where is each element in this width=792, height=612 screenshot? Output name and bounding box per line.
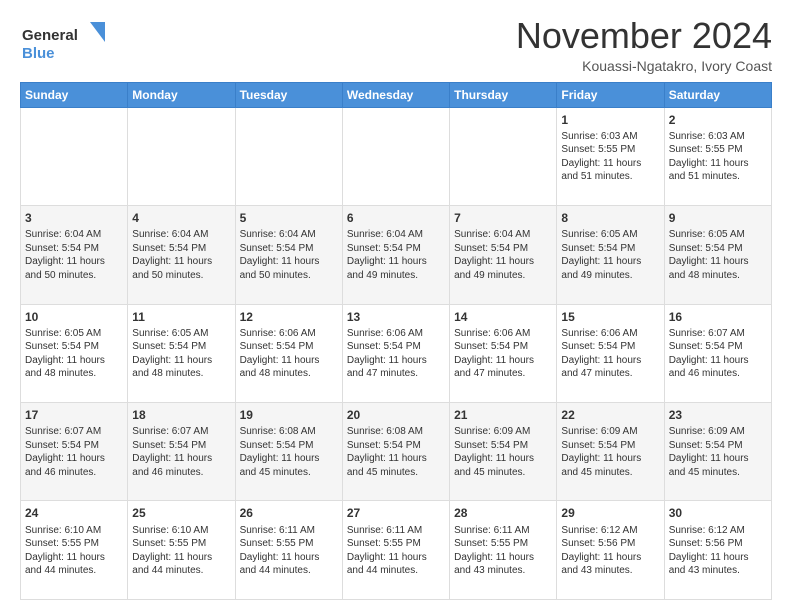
logo: General Blue — [20, 20, 110, 69]
day-number: 30 — [669, 505, 767, 521]
day-number: 14 — [454, 309, 552, 325]
header: General Blue November 2024 Kouassi-Ngata… — [20, 16, 772, 74]
calendar-header: SundayMondayTuesdayWednesdayThursdayFrid… — [21, 82, 772, 107]
day-number: 25 — [132, 505, 230, 521]
day-number: 27 — [347, 505, 445, 521]
day-number: 23 — [669, 407, 767, 423]
calendar-cell: 25Sunrise: 6:10 AMSunset: 5:55 PMDayligh… — [128, 501, 235, 600]
calendar-cell: 8Sunrise: 6:05 AMSunset: 5:54 PMDaylight… — [557, 206, 664, 304]
day-number: 2 — [669, 112, 767, 128]
svg-text:General: General — [22, 27, 78, 44]
day-number: 15 — [561, 309, 659, 325]
day-number: 5 — [240, 210, 338, 226]
calendar-cell: 2Sunrise: 6:03 AMSunset: 5:55 PMDaylight… — [664, 107, 771, 205]
day-number: 29 — [561, 505, 659, 521]
calendar-cell: 16Sunrise: 6:07 AMSunset: 5:54 PMDayligh… — [664, 304, 771, 402]
day-number: 3 — [25, 210, 123, 226]
calendar-cell: 17Sunrise: 6:07 AMSunset: 5:54 PMDayligh… — [21, 403, 128, 501]
day-number: 28 — [454, 505, 552, 521]
week-row-5: 24Sunrise: 6:10 AMSunset: 5:55 PMDayligh… — [21, 501, 772, 600]
week-row-2: 3Sunrise: 6:04 AMSunset: 5:54 PMDaylight… — [21, 206, 772, 304]
day-number: 16 — [669, 309, 767, 325]
day-header-wednesday: Wednesday — [342, 82, 449, 107]
calendar-cell: 15Sunrise: 6:06 AMSunset: 5:54 PMDayligh… — [557, 304, 664, 402]
day-number: 9 — [669, 210, 767, 226]
day-number: 17 — [25, 407, 123, 423]
calendar-cell: 1Sunrise: 6:03 AMSunset: 5:55 PMDaylight… — [557, 107, 664, 205]
logo-text: General Blue — [20, 20, 110, 69]
week-row-1: 1Sunrise: 6:03 AMSunset: 5:55 PMDaylight… — [21, 107, 772, 205]
week-row-3: 10Sunrise: 6:05 AMSunset: 5:54 PMDayligh… — [21, 304, 772, 402]
calendar-cell: 28Sunrise: 6:11 AMSunset: 5:55 PMDayligh… — [450, 501, 557, 600]
calendar-cell: 6Sunrise: 6:04 AMSunset: 5:54 PMDaylight… — [342, 206, 449, 304]
day-number: 10 — [25, 309, 123, 325]
day-header-sunday: Sunday — [21, 82, 128, 107]
title-block: November 2024 Kouassi-Ngatakro, Ivory Co… — [516, 16, 772, 74]
day-number: 21 — [454, 407, 552, 423]
calendar-body: 1Sunrise: 6:03 AMSunset: 5:55 PMDaylight… — [21, 107, 772, 599]
calendar-cell: 10Sunrise: 6:05 AMSunset: 5:54 PMDayligh… — [21, 304, 128, 402]
calendar-cell — [128, 107, 235, 205]
calendar-cell: 20Sunrise: 6:08 AMSunset: 5:54 PMDayligh… — [342, 403, 449, 501]
month-title: November 2024 — [516, 16, 772, 56]
calendar-cell: 30Sunrise: 6:12 AMSunset: 5:56 PMDayligh… — [664, 501, 771, 600]
calendar-cell: 9Sunrise: 6:05 AMSunset: 5:54 PMDaylight… — [664, 206, 771, 304]
day-number: 4 — [132, 210, 230, 226]
day-number: 13 — [347, 309, 445, 325]
logo-icon: General Blue — [20, 20, 110, 64]
calendar-cell: 11Sunrise: 6:05 AMSunset: 5:54 PMDayligh… — [128, 304, 235, 402]
calendar-cell — [21, 107, 128, 205]
calendar-cell: 24Sunrise: 6:10 AMSunset: 5:55 PMDayligh… — [21, 501, 128, 600]
day-number: 20 — [347, 407, 445, 423]
day-header-thursday: Thursday — [450, 82, 557, 107]
calendar-cell — [235, 107, 342, 205]
day-number: 11 — [132, 309, 230, 325]
calendar-cell: 7Sunrise: 6:04 AMSunset: 5:54 PMDaylight… — [450, 206, 557, 304]
calendar-cell: 18Sunrise: 6:07 AMSunset: 5:54 PMDayligh… — [128, 403, 235, 501]
location: Kouassi-Ngatakro, Ivory Coast — [516, 58, 772, 74]
calendar-cell: 27Sunrise: 6:11 AMSunset: 5:55 PMDayligh… — [342, 501, 449, 600]
day-number: 18 — [132, 407, 230, 423]
day-number: 24 — [25, 505, 123, 521]
calendar-cell: 22Sunrise: 6:09 AMSunset: 5:54 PMDayligh… — [557, 403, 664, 501]
svg-text:Blue: Blue — [22, 45, 55, 62]
calendar-cell: 21Sunrise: 6:09 AMSunset: 5:54 PMDayligh… — [450, 403, 557, 501]
calendar-cell: 14Sunrise: 6:06 AMSunset: 5:54 PMDayligh… — [450, 304, 557, 402]
day-header-saturday: Saturday — [664, 82, 771, 107]
day-header-tuesday: Tuesday — [235, 82, 342, 107]
page: General Blue November 2024 Kouassi-Ngata… — [0, 0, 792, 612]
calendar-cell: 19Sunrise: 6:08 AMSunset: 5:54 PMDayligh… — [235, 403, 342, 501]
day-number: 12 — [240, 309, 338, 325]
calendar-cell: 29Sunrise: 6:12 AMSunset: 5:56 PMDayligh… — [557, 501, 664, 600]
day-number: 19 — [240, 407, 338, 423]
calendar-cell: 12Sunrise: 6:06 AMSunset: 5:54 PMDayligh… — [235, 304, 342, 402]
calendar-cell: 4Sunrise: 6:04 AMSunset: 5:54 PMDaylight… — [128, 206, 235, 304]
calendar-cell: 5Sunrise: 6:04 AMSunset: 5:54 PMDaylight… — [235, 206, 342, 304]
day-number: 6 — [347, 210, 445, 226]
day-number: 7 — [454, 210, 552, 226]
calendar-cell — [342, 107, 449, 205]
day-header-friday: Friday — [557, 82, 664, 107]
calendar-cell: 23Sunrise: 6:09 AMSunset: 5:54 PMDayligh… — [664, 403, 771, 501]
calendar-cell — [450, 107, 557, 205]
calendar-cell: 3Sunrise: 6:04 AMSunset: 5:54 PMDaylight… — [21, 206, 128, 304]
day-header-monday: Monday — [128, 82, 235, 107]
calendar-cell: 13Sunrise: 6:06 AMSunset: 5:54 PMDayligh… — [342, 304, 449, 402]
day-number: 26 — [240, 505, 338, 521]
calendar-table: SundayMondayTuesdayWednesdayThursdayFrid… — [20, 82, 772, 600]
day-number: 1 — [561, 112, 659, 128]
week-row-4: 17Sunrise: 6:07 AMSunset: 5:54 PMDayligh… — [21, 403, 772, 501]
day-number: 8 — [561, 210, 659, 226]
header-row: SundayMondayTuesdayWednesdayThursdayFrid… — [21, 82, 772, 107]
calendar-cell: 26Sunrise: 6:11 AMSunset: 5:55 PMDayligh… — [235, 501, 342, 600]
day-number: 22 — [561, 407, 659, 423]
